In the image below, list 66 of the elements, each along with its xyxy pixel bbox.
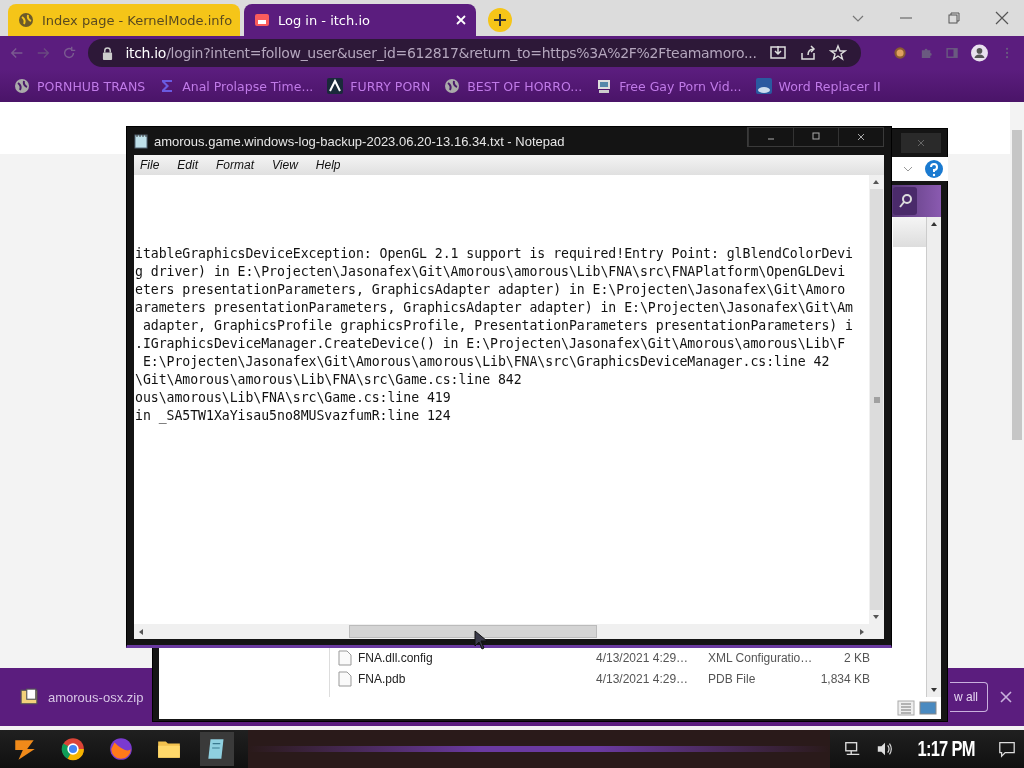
file-row[interactable]: FNA.dll.config 4/13/2021 4:29… XML Configuratio… 2 KB (330, 647, 926, 668)
menu-item[interactable]: Edit (177, 158, 199, 172)
scrollbar[interactable] (926, 217, 941, 697)
file-row[interactable]: FNA.pdb 4/13/2021 4:29… PDB File 1,834 KB (330, 668, 926, 689)
star-icon[interactable] (828, 44, 847, 62)
globe-icon (444, 78, 461, 94)
download-item[interactable]: amorous-osx.zip (48, 689, 144, 705)
log-line: \Git\Amorous\amorous\Lib\FNA\src\Game.cs:line 842 (135, 371, 523, 389)
grip-icon[interactable] (872, 395, 881, 404)
log-line: .IGraphicsDeviceManager.CreateDevice() in E:\Projecten\Jasonafex\Git\Amorous\amorous\Lib\F (135, 335, 847, 353)
address-bar[interactable]: itch.io/login?intent=follow_user&user_id=612817&return_to=https%3A%2F%2Fteamamoro... (88, 39, 861, 67)
network-icon[interactable] (843, 740, 862, 758)
search-field[interactable] (892, 185, 941, 217)
close-icon[interactable] (1000, 691, 1012, 703)
file-icon (338, 649, 352, 666)
log-line: g driver) in E:\Projecten\Jasonafex\Git\Amorous\amorous\Lib\FNA\src\FNAPlatform\OpenGLDevi (135, 263, 847, 281)
log-line: itableGraphicsDeviceException: OpenGL 2.1 support is required!Entry Point: glBlendColorDevi (135, 245, 854, 263)
window-title: amorous.game.windows-log-backup-2023.06.20-13.16.34.txt - Notepad (154, 133, 565, 149)
address-bar[interactable] (892, 157, 948, 181)
tab-title: Index page - KernelMode.info (42, 12, 233, 28)
bookmark[interactable]: Anal Prolapse Time... (159, 78, 314, 94)
clock[interactable]: 1:17 PM (917, 736, 975, 762)
show-all-button[interactable]: w all (950, 682, 988, 712)
chevron-up-icon (327, 78, 344, 94)
help-icon[interactable] (924, 159, 944, 179)
browser-tab[interactable]: Index page - KernelMode.info (8, 4, 240, 36)
share-icon[interactable] (798, 44, 817, 62)
menu-item[interactable]: File (140, 158, 160, 172)
zip-file-icon (20, 688, 38, 706)
scrollbar[interactable] (869, 175, 884, 624)
bookmark[interactable]: Free Gay Porn Vid... (596, 78, 742, 94)
new-tab-button[interactable] (488, 8, 512, 32)
scrollbar-thumb[interactable] (349, 625, 597, 638)
computer-icon (596, 78, 613, 94)
notepad-icon[interactable] (200, 732, 234, 766)
store-icon (254, 12, 270, 28)
browser-tab[interactable]: Log in - itch.io (244, 4, 476, 36)
install-icon[interactable] (768, 44, 787, 62)
notepad-icon (134, 133, 148, 149)
bookmark[interactable]: PORNHUB TRANS (14, 78, 146, 94)
thumbnail-view-icon[interactable] (919, 700, 937, 716)
bookmark[interactable]: FURRY PORN (327, 78, 431, 94)
bookmark[interactable]: BEST OF HORRO... (444, 78, 583, 94)
globe-icon (14, 78, 30, 94)
close-icon[interactable] (994, 10, 1010, 26)
menu-item[interactable]: Help (315, 158, 341, 172)
log-line: ous\amorous\Lib\FNA\src\Game.cs:line 419 (135, 389, 452, 407)
search-button[interactable] (893, 187, 917, 215)
menu-item[interactable]: Format (216, 158, 255, 172)
scrollbar-thumb[interactable] (1012, 130, 1022, 440)
notification-icon[interactable] (998, 740, 1016, 758)
file-icon (338, 670, 352, 687)
volume-icon[interactable] (875, 740, 894, 758)
log-line: adapter, GraphicsProfile graphicsProfile, PresentationParameters presentationParameters) i (141, 317, 854, 335)
lock-icon (102, 46, 114, 60)
log-line: eters presentationParameters, GraphicsAdapter adapter) in E:\Projecten\Jasonafex\Git\Amoro (135, 281, 847, 299)
url-text: itch.io/login?intent=follow_user&user_id=612817&return_to=https%3A%2F%2Fteamamoro... (125, 45, 757, 61)
globe-icon (18, 12, 34, 28)
tab-title: Log in - itch.io (278, 12, 371, 28)
log-line: arameters presentationParameters, GraphicsAdapter adapter) in E:\Projecten\Jasonafex\Git\Am (135, 299, 854, 317)
menu-item[interactable]: View (272, 158, 298, 172)
scrollbar[interactable] (134, 624, 884, 639)
log-line: in _SA5TW1XaYisau5no8MUSvazfumR:line 124 (135, 407, 452, 425)
log-line: E:\Projecten\Jasonafex\Git\Amorous\amorous\Lib\FNA\src\GraphicsDeviceManager.cs:line 42 (141, 353, 831, 371)
bookmark[interactable]: Word Replacer II (755, 78, 881, 94)
restore-icon[interactable] (946, 10, 962, 26)
